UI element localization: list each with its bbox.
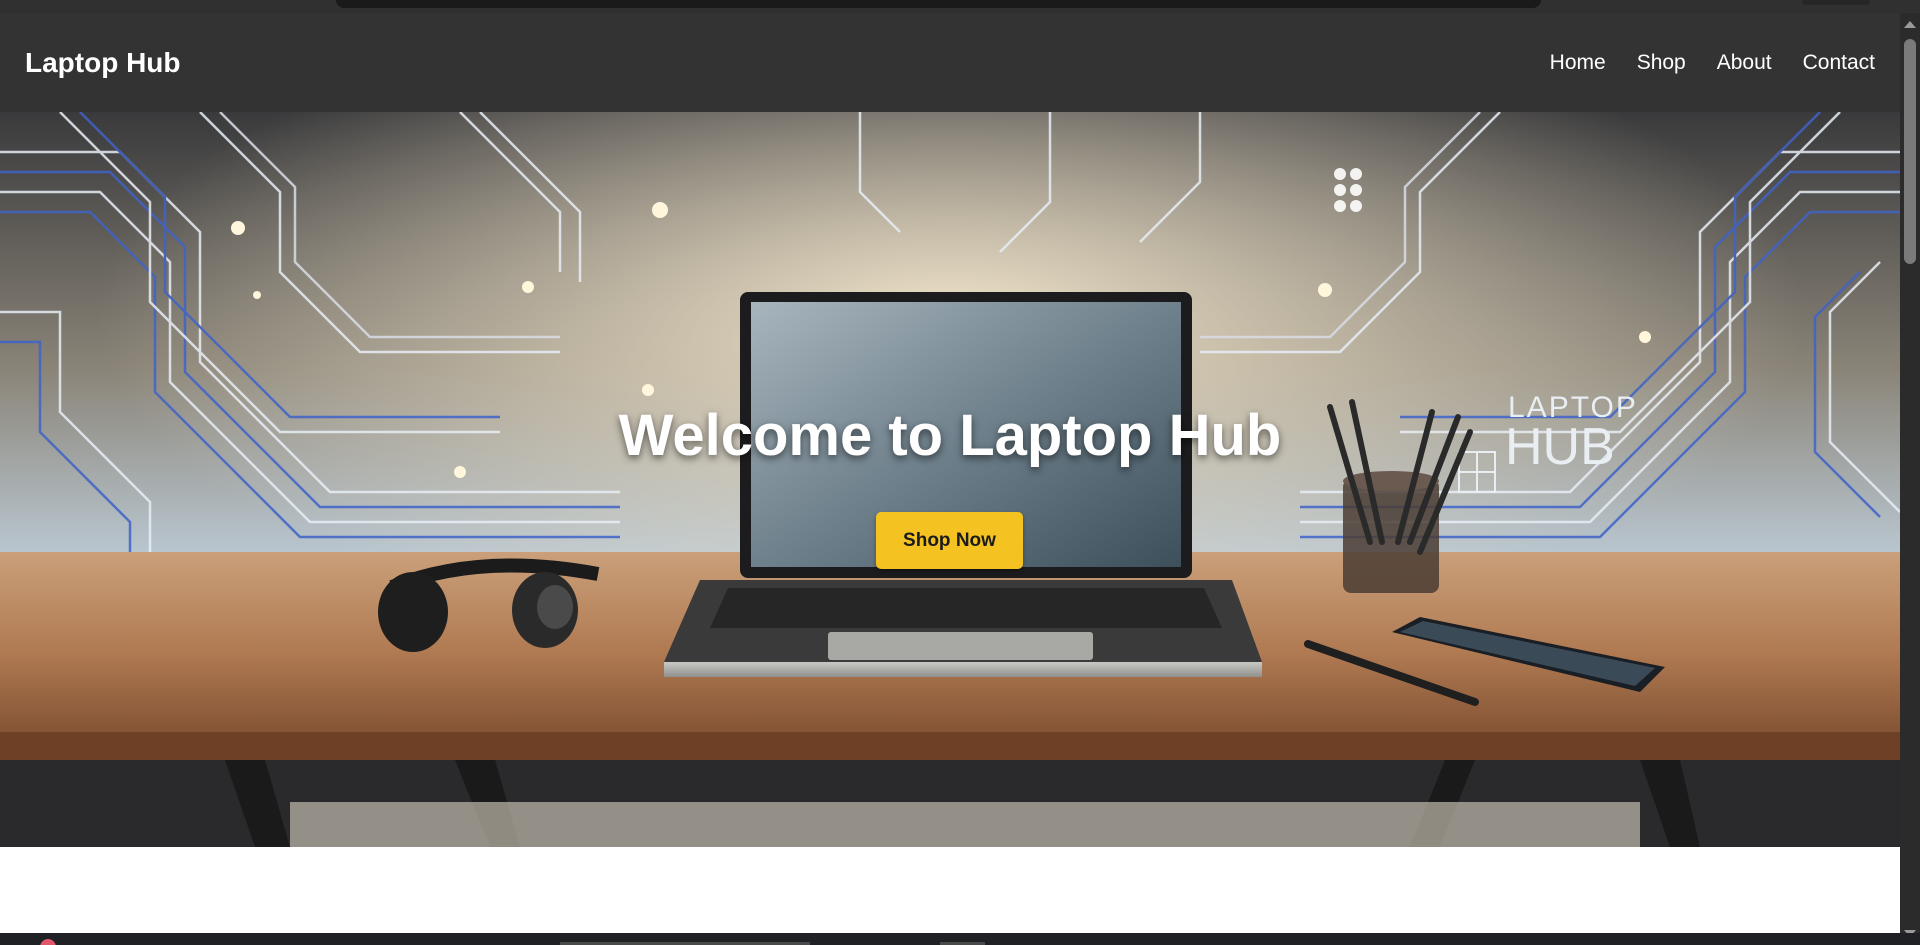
shop-now-button[interactable]: Shop Now	[876, 512, 1023, 569]
taskbar-strip	[0, 933, 1920, 945]
brand-logo-link[interactable]: Laptop Hub	[25, 47, 181, 79]
scrollbar-thumb[interactable]	[1904, 39, 1916, 264]
nav-link-contact[interactable]: Contact	[1803, 51, 1875, 75]
browser-chrome-strip	[0, 0, 1920, 13]
site-header: Laptop Hub Home Shop About Contact	[0, 13, 1900, 112]
browser-viewport: Laptop Hub Home Shop About Contact LAPTO…	[0, 0, 1920, 945]
nav-link-home[interactable]: Home	[1550, 51, 1606, 75]
main-nav: Home Shop About Contact	[1550, 51, 1875, 75]
hero-section: LAPTOP HUB Welcome to Laptop Hub Shop No…	[0, 112, 1900, 847]
nav-link-shop[interactable]: Shop	[1637, 51, 1686, 75]
chevron-up-icon[interactable]	[1904, 21, 1916, 28]
browser-tab-bar	[336, 0, 1541, 8]
browser-window-control	[1802, 0, 1870, 5]
page-scrollbar[interactable]	[1900, 13, 1920, 945]
nav-link-about[interactable]: About	[1717, 51, 1772, 75]
featured-section	[0, 847, 1900, 945]
hero-background-image: LAPTOP HUB	[0, 112, 1900, 847]
taskbar-app-icon[interactable]	[40, 939, 56, 945]
hero-title: Welcome to Laptop Hub	[618, 403, 1282, 468]
